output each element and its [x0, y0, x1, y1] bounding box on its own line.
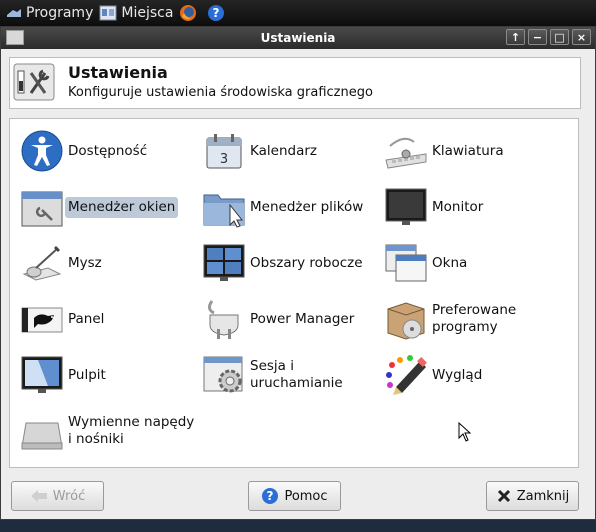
item-panel[interactable]: Panel: [20, 297, 104, 341]
item-label: Menedżer plików: [250, 198, 364, 215]
close-button[interactable]: Zamknij: [486, 481, 579, 511]
back-arrow-icon: [30, 490, 47, 502]
item-label: Power Manager: [250, 310, 355, 327]
back-button-label: Wróć: [52, 488, 86, 504]
applications-menu-icon: [7, 9, 21, 17]
removable-drive-icon: [21, 422, 63, 450]
panel-icon: [21, 307, 63, 333]
help-icon: ?: [208, 5, 225, 21]
item-label: Obszary robocze: [250, 254, 363, 271]
item-appearance[interactable]: Wygląd: [384, 353, 482, 397]
windows-icon: [385, 244, 427, 282]
item-label: Sesja i uruchamianie: [250, 358, 343, 391]
settings-tools-icon: [13, 63, 55, 101]
item-mouse[interactable]: Mysz: [20, 241, 102, 285]
monitor-icon: [385, 188, 427, 225]
applications-menu[interactable]: Programy: [6, 0, 93, 26]
calendar-icon: 3: [206, 134, 242, 169]
item-monitor[interactable]: Monitor: [384, 185, 483, 229]
item-label: Dostępność: [68, 142, 148, 159]
item-label: Monitor: [432, 198, 484, 215]
window-manager-icon: [21, 191, 63, 227]
keyboard-icon: [385, 137, 427, 169]
accessibility-icon: [21, 130, 63, 172]
item-keyboard[interactable]: Klawiatura: [384, 129, 504, 173]
help-launcher[interactable]: ?: [207, 0, 229, 26]
workspaces-icon: [203, 244, 245, 281]
item-file-manager[interactable]: Menedżer plików: [202, 185, 363, 229]
item-accessibility[interactable]: Dostępność: [20, 129, 147, 173]
minimize-button[interactable]: −: [528, 29, 547, 45]
svg-text:?: ?: [267, 489, 274, 503]
close-icon: [497, 489, 510, 503]
places-icon: [99, 5, 117, 21]
svg-text:3: 3: [220, 152, 228, 167]
firefox-launcher[interactable]: [179, 0, 201, 26]
top-panel: Programy Miejsca ?: [0, 0, 596, 26]
places-menu-label: Miejsca: [121, 5, 174, 21]
item-label: Preferowane programy: [432, 302, 517, 335]
item-label: Wygląd: [432, 366, 483, 383]
window-titlebar[interactable]: Ustawienia ↑ − □ ×: [1, 27, 595, 49]
back-button[interactable]: Wróć: [11, 481, 104, 511]
preferred-apps-icon: [387, 302, 425, 340]
item-label: Okna: [432, 254, 468, 271]
header-subtitle: Konfiguruje ustawienia środowiska grafic…: [68, 85, 373, 100]
header-banner: Ustawienia Konfiguruje ustawienia środow…: [9, 57, 581, 109]
item-label: Pulpit: [68, 366, 106, 383]
svg-text:?: ?: [213, 6, 220, 20]
desktop-icon: [21, 356, 63, 393]
item-power-manager[interactable]: Power Manager: [202, 297, 354, 341]
power-plug-icon: [207, 300, 239, 339]
file-manager-icon: [203, 194, 245, 228]
close-button-label: Zamknij: [516, 488, 570, 504]
item-desktop[interactable]: Pulpit: [20, 353, 106, 397]
item-workspaces[interactable]: Obszary robocze: [202, 241, 363, 285]
item-calendar[interactable]: 3 Kalendarz: [202, 129, 317, 173]
item-label: Mysz: [68, 254, 102, 271]
mouse-pointer-icon: [458, 422, 472, 442]
applications-menu-label: Programy: [26, 5, 94, 21]
places-menu[interactable]: Miejsca: [99, 0, 173, 26]
raise-button[interactable]: ↑: [506, 29, 525, 45]
appearance-icon: [386, 355, 427, 395]
item-label: Klawiatura: [432, 142, 504, 159]
help-button-label: Pomoc: [284, 488, 328, 504]
item-label: Wymienne napędy i nośniki: [68, 414, 195, 447]
help-icon: ?: [262, 488, 279, 504]
settings-grid: Dostępność 3 Kalendarz Klawiatura Menedż…: [9, 118, 579, 468]
item-label: Panel: [68, 310, 105, 327]
item-label: Menedżer okien: [65, 196, 179, 218]
item-windows[interactable]: Okna: [384, 241, 467, 285]
mouse-icon: [22, 246, 62, 281]
window-menu-icon[interactable]: [6, 30, 24, 45]
settings-window: Ustawienia ↑ − □ × Ustawienia Konfiguruj…: [0, 26, 596, 520]
close-window-button[interactable]: ×: [572, 29, 591, 45]
maximize-button[interactable]: □: [550, 29, 569, 45]
window-title: Ustawienia: [260, 31, 336, 45]
help-button[interactable]: ? Pomoc: [248, 481, 341, 511]
header-title: Ustawienia: [68, 63, 168, 82]
item-session-startup[interactable]: Sesja i uruchamianie: [202, 353, 343, 397]
item-label: Kalendarz: [250, 142, 317, 159]
firefox-icon: [180, 5, 197, 21]
item-preferred-apps[interactable]: Preferowane programy: [384, 297, 516, 341]
session-gear-icon: [203, 356, 243, 393]
item-window-manager[interactable]: Menedżer okien: [20, 185, 179, 229]
item-removable-drives[interactable]: Wymienne napędy i nośniki: [20, 409, 194, 453]
